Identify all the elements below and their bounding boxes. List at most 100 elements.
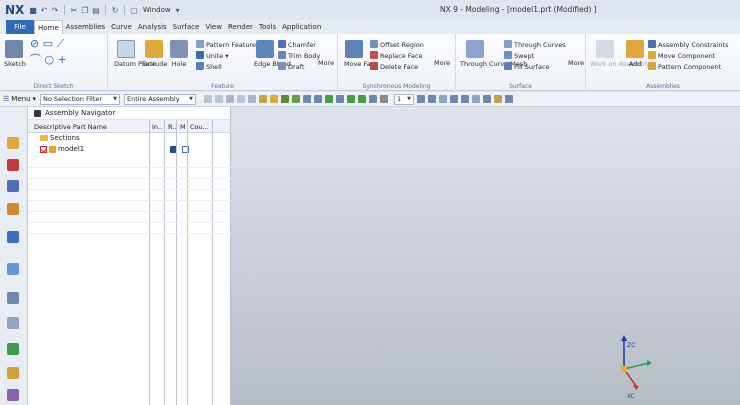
through-curve-mesh-button[interactable]: Through Curve Mesh <box>460 40 527 68</box>
nx-logo[interactable]: NX <box>5 3 25 17</box>
snap-endpoint-icon[interactable] <box>292 95 301 103</box>
hd3d-tools-icon[interactable] <box>7 231 19 243</box>
system-materials-icon[interactable] <box>7 367 19 379</box>
pattern-component-button[interactable]: Pattern Component <box>648 62 721 71</box>
shaded-icon[interactable] <box>270 95 279 103</box>
repeat-command-icon[interactable]: ↻ <box>111 6 119 15</box>
snap-point-icon[interactable] <box>204 95 213 103</box>
system-scenes-icon[interactable] <box>7 389 19 401</box>
select-icon[interactable] <box>215 95 224 103</box>
snap-on-curve-icon[interactable] <box>369 95 378 103</box>
snap-center-icon[interactable] <box>325 95 334 103</box>
view-icon[interactable] <box>450 95 459 103</box>
tab-view[interactable]: View <box>202 20 225 34</box>
offset-region-button[interactable]: Offset Region <box>370 40 424 49</box>
line-icon[interactable]: ⟋ <box>57 37 65 50</box>
swept-button[interactable]: Swept <box>504 51 534 60</box>
arc-icon[interactable]: ⌒ <box>30 53 41 66</box>
part-navigator-icon[interactable] <box>7 180 19 192</box>
column-count[interactable]: Cou... <box>190 123 209 131</box>
snap-midpoint-icon[interactable] <box>303 95 312 103</box>
add-component-button[interactable]: Add <box>626 40 644 68</box>
copy-icon[interactable]: ❐ <box>81 6 89 15</box>
tab-analysis[interactable]: Analysis <box>135 20 170 34</box>
snap-existing-point-icon[interactable] <box>358 95 367 103</box>
feature-select-icon[interactable] <box>226 95 235 103</box>
layer-settings-icon[interactable] <box>417 95 426 103</box>
extrude-button[interactable]: Extrude <box>142 40 167 68</box>
curve-tools[interactable]: ⊘ ▭ ⟋ <box>30 37 65 50</box>
list-item-sections[interactable]: Sections <box>28 133 230 144</box>
tab-surface[interactable]: Surface <box>170 20 203 34</box>
file-tab[interactable]: File <box>6 20 34 34</box>
trim-body-button[interactable]: Trim Body <box>278 51 320 60</box>
profile-icon[interactable]: ⊘ <box>30 37 39 50</box>
menu-button[interactable]: ☰ Menu ▾ <box>3 95 36 103</box>
column-in[interactable]: In.. <box>152 123 162 131</box>
visual-icon[interactable] <box>494 95 503 103</box>
wcs-icon[interactable] <box>439 95 448 103</box>
tab-application[interactable]: Application <box>279 20 324 34</box>
selection-scope-dropdown[interactable]: Entire Assembly ▼ <box>124 93 197 105</box>
shell-button[interactable]: Shell <box>196 62 222 71</box>
feature-more-button[interactable]: More <box>318 60 334 67</box>
window-menu[interactable]: Window <box>143 6 171 14</box>
column-descriptive-part-name[interactable]: Descriptive Part Name <box>34 123 107 131</box>
reuse-library-icon[interactable] <box>7 203 19 215</box>
delete-face-button[interactable]: Delete Face <box>370 62 418 71</box>
tab-render[interactable]: Render <box>225 20 256 34</box>
tab-home[interactable]: Home <box>34 20 63 34</box>
save-icon[interactable]: ■ <box>29 6 37 15</box>
paste-icon[interactable]: ▤ <box>92 6 100 15</box>
web-browser-icon[interactable] <box>7 263 19 275</box>
snap-intersection-icon[interactable] <box>347 95 356 103</box>
process-studio-icon[interactable] <box>7 317 19 329</box>
chevron-down-icon[interactable]: ▾ <box>174 6 182 15</box>
move-face-button[interactable]: Move Face <box>344 40 378 68</box>
zoom-icon[interactable] <box>472 95 481 103</box>
circle-icon[interactable]: ○ <box>45 53 55 66</box>
redo-icon[interactable]: ↷ <box>51 6 59 15</box>
fit-icon[interactable] <box>461 95 470 103</box>
pattern-feature-button[interactable]: Pattern Feature <box>196 40 256 49</box>
assembly-navigator-icon[interactable] <box>7 137 19 149</box>
roles-icon[interactable] <box>7 343 19 355</box>
move-component-button[interactable]: Move Component <box>648 51 715 60</box>
tab-tools[interactable]: Tools <box>256 20 279 34</box>
pin-icon[interactable] <box>34 109 41 117</box>
surface-more-button[interactable]: More <box>568 60 584 67</box>
orient-view-icon[interactable] <box>428 95 437 103</box>
rectangle-icon[interactable]: ▭ <box>43 37 53 50</box>
snap-tangent-icon[interactable] <box>380 95 389 103</box>
selection-filter-dropdown[interactable]: No Selection Filter ▼ <box>40 93 121 105</box>
cut-icon[interactable]: ✂ <box>70 6 78 15</box>
face-rule-icon[interactable] <box>248 95 257 103</box>
checkbox-icon[interactable] <box>40 145 47 153</box>
edge-blend-button[interactable]: Edge Blend <box>254 40 291 68</box>
snap-control-icon[interactable] <box>314 95 323 103</box>
work-layer-dropdown[interactable]: 1 ▼ <box>394 93 415 105</box>
snap-grid-icon[interactable] <box>281 95 290 103</box>
curve-rule-icon[interactable] <box>237 95 246 103</box>
fill-surface-button[interactable]: Fill Surface <box>504 62 550 71</box>
datum-plane-button[interactable]: Datum Plane <box>114 40 156 68</box>
graphics-window[interactable]: ZC XC <box>231 107 740 405</box>
unite-button[interactable]: Unite ▾ <box>196 51 229 60</box>
render-style-icon[interactable] <box>259 95 268 103</box>
work-on-assembly-button[interactable]: Work on Assembly <box>590 40 650 68</box>
point-icon[interactable]: + <box>58 53 67 66</box>
undo-icon[interactable]: ↶ <box>40 6 48 15</box>
assembly-constraints-button[interactable]: Assembly Constraints <box>648 40 728 49</box>
rotate-icon[interactable] <box>483 95 492 103</box>
section-view-icon[interactable] <box>505 95 514 103</box>
draft-button[interactable]: Draft <box>278 62 304 71</box>
history-icon[interactable] <box>7 292 19 304</box>
through-curves-button[interactable]: Through Curves <box>504 40 566 49</box>
list-item-model1[interactable]: model1 <box>28 144 230 155</box>
sketch-button[interactable]: Sketch <box>4 40 26 68</box>
constraint-navigator-icon[interactable] <box>7 159 19 171</box>
chamfer-button[interactable]: Chamfer <box>278 40 316 49</box>
tab-assemblies[interactable]: Assemblies <box>63 20 109 34</box>
tab-curve[interactable]: Curve <box>108 20 135 34</box>
hole-button[interactable]: Hole <box>168 40 190 68</box>
